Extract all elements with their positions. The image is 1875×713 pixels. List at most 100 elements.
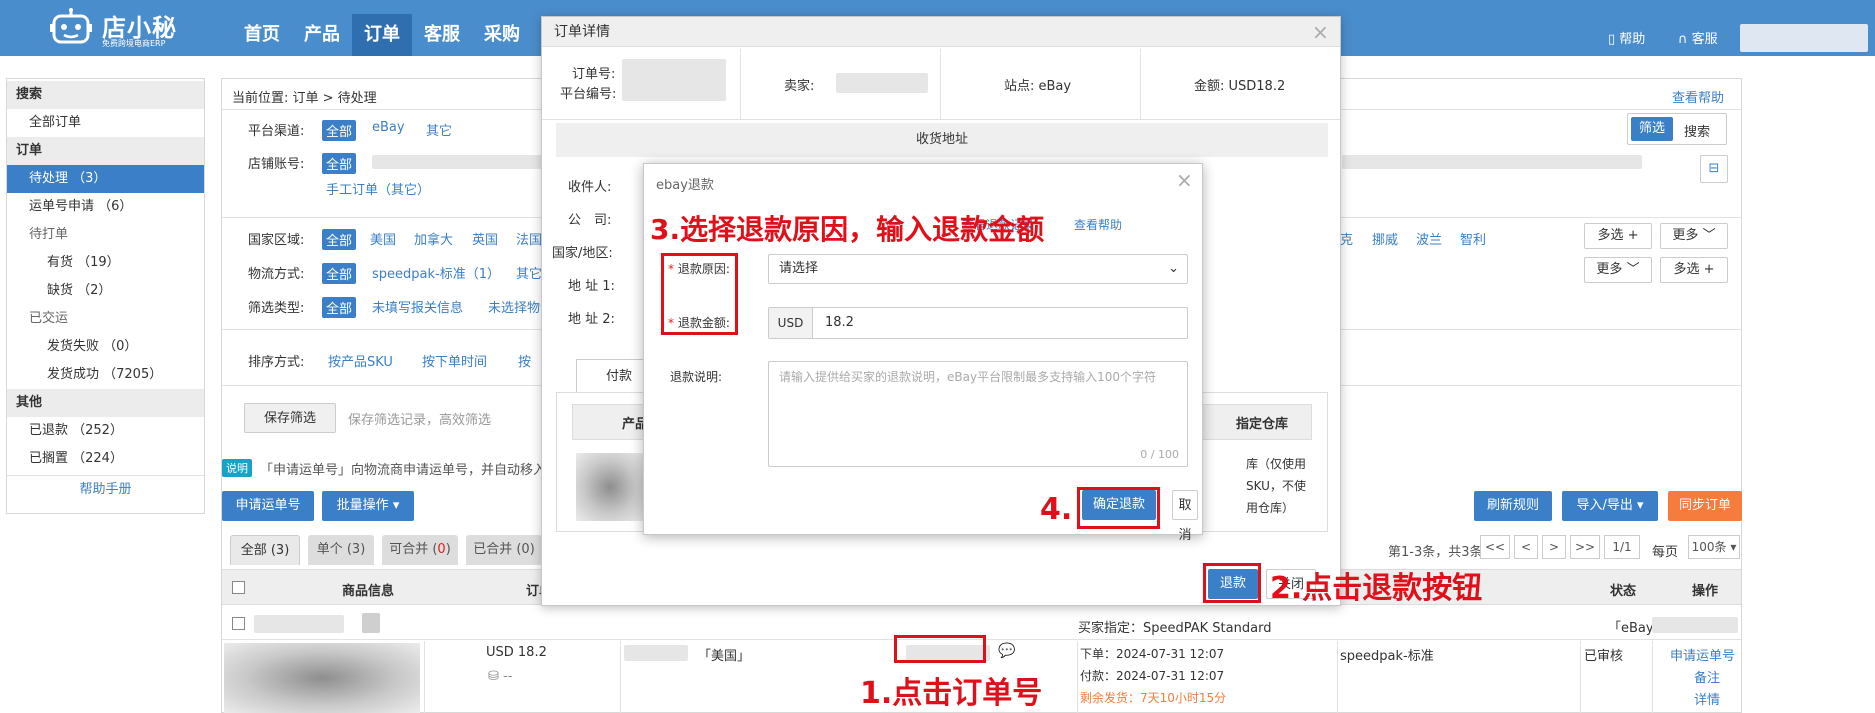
tab-mergeable[interactable]: 可合并 (0)	[382, 535, 458, 565]
refund-desc-placeholder: 请输入提供给买家的退款说明，eBay平台限制最多支持输入100个字符	[779, 370, 1156, 384]
refund-amount-field[interactable]: USD 18.2	[768, 307, 1188, 339]
filter-toggle-button[interactable]: 筛选	[1631, 117, 1673, 141]
channel-all[interactable]: 全部	[322, 120, 357, 141]
address1-label: 地 址 1:	[568, 279, 615, 294]
refund-desc-textarea[interactable]: 请输入提供给买家的退款说明，eBay平台限制最多支持输入100个字符 0 / 1…	[768, 361, 1188, 467]
platform-no-label: 平台编号:	[560, 87, 617, 102]
sidebar-item-all-orders[interactable]: 全部订单	[7, 109, 204, 137]
sort-by-sku[interactable]: 按产品SKU	[328, 351, 393, 370]
close-icon[interactable]: ×	[1176, 170, 1193, 190]
sidebar-item-on-hold[interactable]: 已搁置 （224）	[7, 445, 204, 473]
per-page-select[interactable]: 100条 ▾	[1688, 535, 1740, 559]
cancel-button[interactable]: 取消	[1172, 490, 1198, 543]
sidebar-order-head: 订单	[7, 137, 204, 165]
op-detail[interactable]: 详情	[1694, 689, 1720, 708]
filter-type-all[interactable]: 全部	[322, 297, 357, 318]
import-export-button[interactable]: 导入/导出 ▾	[1562, 491, 1658, 521]
row-checkbox[interactable]	[232, 617, 245, 630]
region-poland[interactable]: 波兰	[1416, 229, 1442, 248]
region-fr[interactable]: 法国	[516, 229, 542, 248]
sort-by-order-time[interactable]: 按下单时间	[422, 351, 487, 370]
top-account-box[interactable]	[1740, 24, 1868, 52]
batch-ops-label: 批量操作	[336, 498, 389, 513]
pager-first-button[interactable]: <<	[1480, 535, 1510, 559]
collapse-icon[interactable]: ⊟	[1700, 155, 1728, 183]
sidebar-other-head: 其他	[7, 389, 204, 417]
reason-select[interactable]: 请选择 ⌄	[768, 254, 1188, 284]
region-chile[interactable]: 智利	[1460, 229, 1486, 248]
channel-other[interactable]: 其它	[426, 120, 452, 139]
sidebar-item-waybill-apply[interactable]: 运单号申请 （6）	[7, 193, 204, 221]
pay-time: 付款：2024-07-31 12:07	[1080, 669, 1225, 683]
sidebar-search-head: 搜索	[7, 81, 204, 109]
recipient-label: 收件人:	[568, 180, 612, 195]
region-norway[interactable]: 挪威	[1372, 229, 1398, 248]
ship-multi-select-button[interactable]: 多选 +	[1660, 257, 1728, 283]
sidebar-item-pending[interactable]: 待处理 （3）	[7, 165, 204, 193]
top-help-link[interactable]: ▯ 帮助	[1608, 28, 1645, 47]
search-toggle-button[interactable]: 搜索	[1684, 121, 1710, 140]
region-all[interactable]: 全部	[322, 229, 357, 250]
manual-order-link[interactable]: 手工订单（其它）	[326, 179, 430, 198]
sidebar-item-refunded[interactable]: 已退款 （252）	[7, 417, 204, 445]
filter-type-label: 筛选类型:	[248, 301, 305, 316]
nav-orders[interactable]: 订单	[352, 14, 412, 56]
ship-all[interactable]: 全部	[322, 263, 357, 284]
sort-by-other[interactable]: 按	[518, 351, 531, 370]
ship-other[interactable]: 其它	[516, 263, 542, 282]
import-export-label: 导入/导出	[1576, 498, 1633, 513]
sidebar-item-out-stock[interactable]: 缺货 （2）	[7, 277, 204, 305]
batch-ops-button[interactable]: 批量操作 ▾	[322, 491, 414, 521]
desc-label: 退款说明:	[670, 370, 723, 384]
store-all[interactable]: 全部	[322, 153, 357, 174]
chevron-down-icon: ⌄	[1168, 261, 1179, 276]
top-service-link[interactable]: ∩ 客服	[1678, 28, 1718, 47]
sidebar-help-manual[interactable]: 帮助手册	[7, 475, 204, 503]
region-multi-select-button[interactable]: 多选 +	[1584, 223, 1652, 249]
close-icon[interactable]: ×	[1312, 22, 1329, 42]
currency-addon: USD	[769, 308, 813, 338]
sidebar-item-ship-fail[interactable]: 发货失败 （0）	[7, 333, 204, 361]
sidebar-item-ship-ok[interactable]: 发货成功 （7205）	[7, 361, 204, 389]
tab-all[interactable]: 全部 (3)	[230, 535, 300, 565]
region-extra-1[interactable]: 克	[1340, 229, 1353, 248]
region-us[interactable]: 美国	[370, 229, 396, 248]
nav-service[interactable]: 客服	[412, 14, 472, 56]
pager-next-button[interactable]: >	[1542, 535, 1566, 559]
nav-products[interactable]: 产品	[292, 14, 352, 56]
sidebar-item-shipped[interactable]: 已交运	[7, 305, 204, 333]
sidebar-item-in-stock[interactable]: 有货 （19）	[7, 249, 204, 277]
product-thumbnail[interactable]	[224, 643, 420, 713]
op-apply-waybill[interactable]: 申请运单号	[1670, 645, 1735, 664]
view-help-link[interactable]: 查看帮助	[1074, 216, 1122, 233]
pager-page[interactable]: 1/1	[1604, 535, 1640, 559]
per-page-value: 100条	[1691, 540, 1727, 554]
pager-last-button[interactable]: >>	[1570, 535, 1600, 559]
annotation-step1: 1.点击订单号	[860, 676, 1043, 711]
nav-home[interactable]: 首页	[232, 14, 292, 56]
ebay-account-prefix: 「eBay:	[1608, 621, 1658, 636]
op-note[interactable]: 备注	[1694, 667, 1720, 686]
refresh-rule-button[interactable]: 刷新规则	[1474, 491, 1552, 521]
region-ca[interactable]: 加拿大	[414, 229, 453, 248]
channel-ebay[interactable]: eBay	[372, 120, 405, 135]
logo[interactable]: 店小秘 免费跨境电商ERP	[50, 4, 182, 52]
seller-label: 卖家:	[784, 79, 815, 94]
apply-waybill-button[interactable]: 申请运单号	[222, 491, 314, 521]
select-all-checkbox[interactable]	[232, 581, 245, 594]
ship-speedpak[interactable]: speedpak-标准（1）	[372, 263, 500, 282]
sync-orders-button[interactable]: 同步订单	[1668, 491, 1742, 521]
tab-single[interactable]: 单个 (3)	[308, 535, 374, 565]
filter-type-no-customs[interactable]: 未填写报关信息	[372, 297, 463, 316]
save-filter-button[interactable]: 保存筛选	[244, 403, 336, 433]
view-help-link[interactable]: 查看帮助	[1672, 87, 1724, 106]
tab-mergeable-count: 0	[437, 542, 446, 557]
region-uk[interactable]: 英国	[472, 229, 498, 248]
sidebar-item-to-print[interactable]: 待打单	[7, 221, 204, 249]
region-more-button[interactable]: 更多 ﹀	[1660, 223, 1728, 249]
message-icon[interactable]: 💬	[998, 643, 1015, 659]
nav-purchase[interactable]: 采购	[472, 14, 532, 56]
ship-more-button[interactable]: 更多 ﹀	[1584, 257, 1652, 283]
pager-prev-button[interactable]: <	[1514, 535, 1538, 559]
tab-merged[interactable]: 已合并 (0)	[466, 535, 542, 565]
